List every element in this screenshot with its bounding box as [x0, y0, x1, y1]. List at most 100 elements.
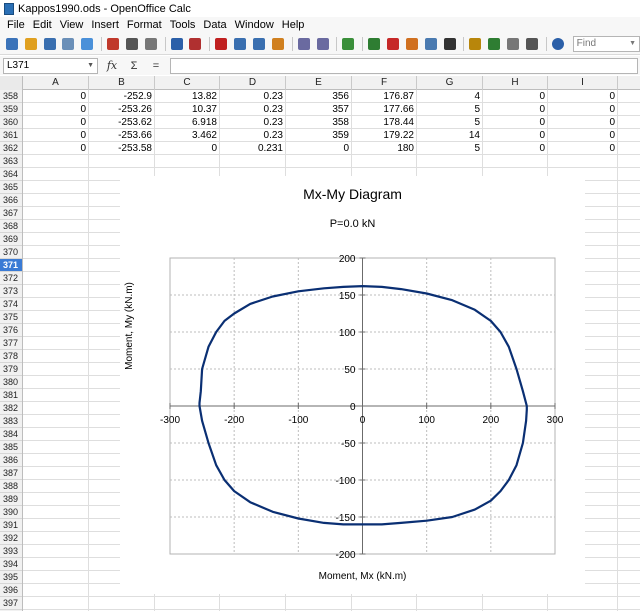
cell-a360[interactable]: 0 — [23, 116, 89, 129]
cell-h361[interactable]: 0 — [483, 129, 548, 142]
open-icon[interactable] — [23, 36, 39, 52]
column-header-e[interactable]: E — [286, 76, 352, 90]
sort-ascending-icon[interactable] — [366, 36, 382, 52]
row-header-377[interactable]: 377 — [0, 337, 22, 350]
menu-help[interactable]: Help — [278, 19, 309, 31]
row-header-385[interactable]: 385 — [0, 441, 22, 454]
cell-f362[interactable]: 180 — [352, 142, 417, 155]
print-icon[interactable] — [124, 36, 140, 52]
copy-icon[interactable] — [232, 36, 248, 52]
menu-window[interactable]: Window — [231, 19, 278, 31]
menu-view[interactable]: View — [56, 19, 88, 31]
cell-d358[interactable]: 0.23 — [220, 90, 286, 103]
row-header-376[interactable]: 376 — [0, 324, 22, 337]
menu-insert[interactable]: Insert — [87, 19, 123, 31]
clone-formatting-icon[interactable] — [270, 36, 286, 52]
cell-g358[interactable]: 4 — [417, 90, 483, 103]
cell-a362[interactable]: 0 — [23, 142, 89, 155]
row-header-368[interactable]: 368 — [0, 220, 22, 233]
cell-f361[interactable]: 179.22 — [352, 129, 417, 142]
row-header-387[interactable]: 387 — [0, 467, 22, 480]
cell-i359[interactable]: 0 — [548, 103, 618, 116]
cell-e360[interactable]: 358 — [286, 116, 352, 129]
save-icon[interactable] — [42, 36, 58, 52]
row-header-364[interactable]: 364 — [0, 168, 22, 181]
cell-i360[interactable]: 0 — [548, 116, 618, 129]
cell-f358[interactable]: 176.87 — [352, 90, 417, 103]
row-header-366[interactable]: 366 — [0, 194, 22, 207]
row-header-369[interactable]: 369 — [0, 233, 22, 246]
equals-icon[interactable]: = — [148, 58, 164, 74]
row-header-370[interactable]: 370 — [0, 246, 22, 259]
page-preview-icon[interactable] — [143, 36, 159, 52]
row-header-381[interactable]: 381 — [0, 389, 22, 402]
menu-data[interactable]: Data — [199, 19, 230, 31]
row-header-396[interactable]: 396 — [0, 584, 22, 597]
row-header-373[interactable]: 373 — [0, 285, 22, 298]
redo-icon[interactable] — [315, 36, 331, 52]
row-header-367[interactable]: 367 — [0, 207, 22, 220]
export-pdf-icon[interactable] — [105, 36, 121, 52]
email-icon[interactable] — [61, 36, 77, 52]
row-header-375[interactable]: 375 — [0, 311, 22, 324]
find-input[interactable]: Find ▼ — [572, 35, 640, 52]
cell-e359[interactable]: 357 — [286, 103, 352, 116]
sum-icon[interactable]: Σ — [126, 58, 142, 74]
cell-c360[interactable]: 6.918 — [155, 116, 220, 129]
row-header-395[interactable]: 395 — [0, 571, 22, 584]
draw-functions-icon[interactable] — [423, 36, 439, 52]
row-header-359[interactable]: 359 — [0, 103, 22, 116]
column-header-c[interactable]: C — [155, 76, 220, 90]
formula-input[interactable] — [170, 57, 638, 74]
edit-file-icon[interactable] — [79, 36, 95, 52]
column-header-g[interactable]: G — [417, 76, 483, 90]
find-replace-icon[interactable] — [442, 36, 458, 52]
zoom-icon[interactable] — [524, 36, 540, 52]
cell-e361[interactable]: 359 — [286, 129, 352, 142]
cell-a359[interactable]: 0 — [23, 103, 89, 116]
row-header-371[interactable]: 371 — [0, 259, 22, 272]
row-header-378[interactable]: 378 — [0, 350, 22, 363]
cell-c362[interactable]: 0 — [155, 142, 220, 155]
cell-b359[interactable]: -253.26 — [89, 103, 155, 116]
cell-c358[interactable]: 13.82 — [155, 90, 220, 103]
paste-icon[interactable] — [251, 36, 267, 52]
cell-h362[interactable]: 0 — [483, 142, 548, 155]
row-header-388[interactable]: 388 — [0, 480, 22, 493]
cut-icon[interactable] — [213, 36, 229, 52]
gallery-icon[interactable] — [486, 36, 502, 52]
sort-descending-icon[interactable] — [385, 36, 401, 52]
cell-c359[interactable]: 10.37 — [155, 103, 220, 116]
row-header-363[interactable]: 363 — [0, 155, 22, 168]
cell-g359[interactable]: 5 — [417, 103, 483, 116]
cell-b362[interactable]: -253.58 — [89, 142, 155, 155]
cell-a361[interactable]: 0 — [23, 129, 89, 142]
row-header-391[interactable]: 391 — [0, 519, 22, 532]
row-header-397[interactable]: 397 — [0, 597, 22, 610]
undo-icon[interactable] — [296, 36, 312, 52]
column-header-i[interactable]: I — [548, 76, 618, 90]
cell-g362[interactable]: 5 — [417, 142, 483, 155]
menu-tools[interactable]: Tools — [166, 19, 200, 31]
cell-g360[interactable]: 5 — [417, 116, 483, 129]
row-header-380[interactable]: 380 — [0, 376, 22, 389]
cell-h358[interactable]: 0 — [483, 90, 548, 103]
cell-h360[interactable]: 0 — [483, 116, 548, 129]
name-box[interactable]: L371 ▼ — [3, 57, 98, 74]
row-header-386[interactable]: 386 — [0, 454, 22, 467]
cell-i361[interactable]: 0 — [548, 129, 618, 142]
cell-d360[interactable]: 0.23 — [220, 116, 286, 129]
select-all-corner[interactable] — [0, 76, 23, 90]
row-header-360[interactable]: 360 — [0, 116, 22, 129]
cell-f360[interactable]: 178.44 — [352, 116, 417, 129]
row-header-382[interactable]: 382 — [0, 402, 22, 415]
row-header-361[interactable]: 361 — [0, 129, 22, 142]
autospellcheck-icon[interactable] — [188, 36, 204, 52]
cell-b360[interactable]: -253.62 — [89, 116, 155, 129]
chevron-down-icon[interactable]: ▼ — [629, 40, 636, 47]
row-header-394[interactable]: 394 — [0, 558, 22, 571]
column-header-h[interactable]: H — [483, 76, 548, 90]
column-header-d[interactable]: D — [220, 76, 286, 90]
data-sources-icon[interactable] — [505, 36, 521, 52]
chevron-down-icon[interactable]: ▼ — [87, 62, 94, 69]
